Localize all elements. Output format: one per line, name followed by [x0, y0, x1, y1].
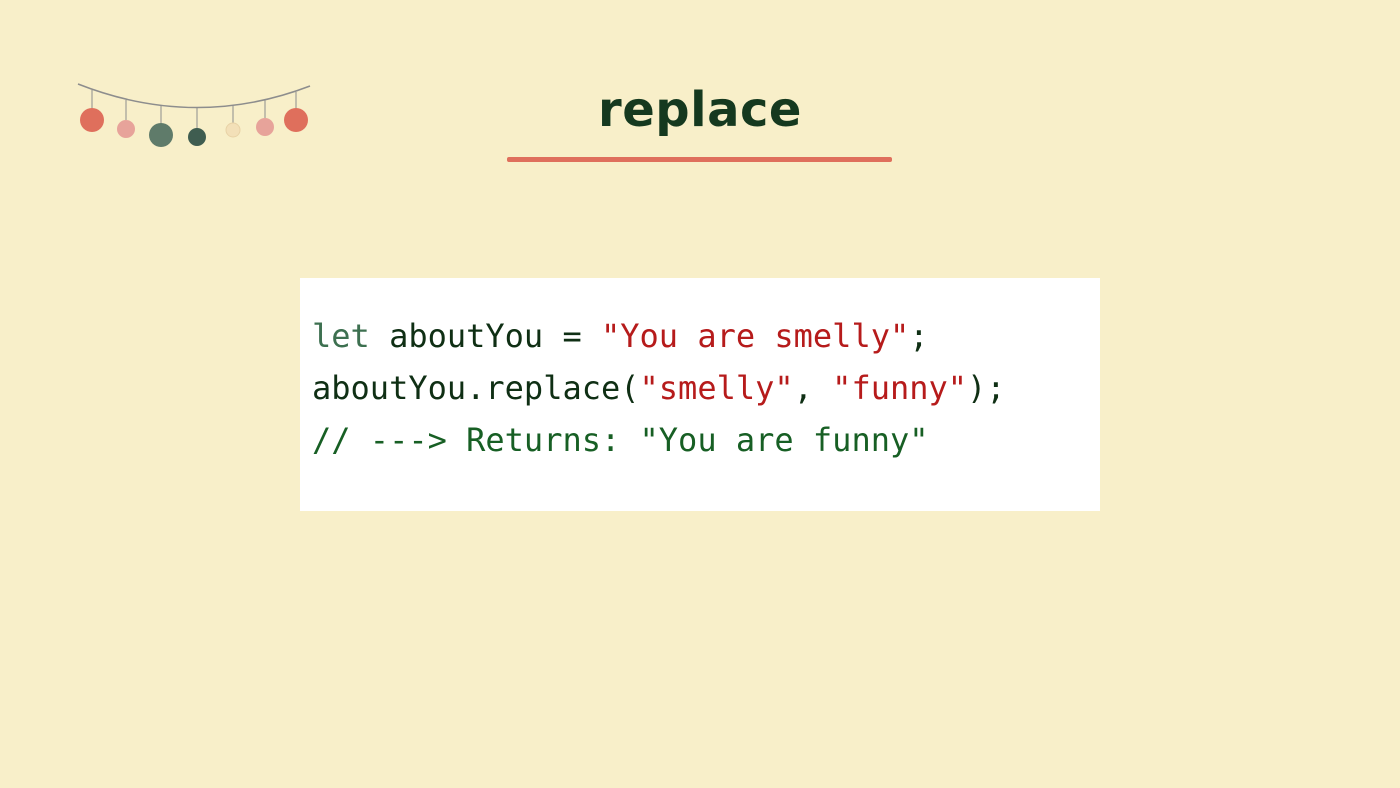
code-line-1: let aboutYou = "You are smelly";: [312, 310, 1100, 362]
code-line-3: // ---> Returns: "You are funny": [312, 414, 1100, 466]
code-text: aboutYou.replace(: [312, 369, 640, 407]
code-text: ,: [793, 369, 833, 407]
code-string: "You are smelly": [600, 317, 910, 355]
code-block: let aboutYou = "You are smelly"; aboutYo…: [300, 278, 1100, 511]
code-comment: // ---> Returns: "You are funny": [312, 421, 929, 459]
title-underline: [507, 157, 892, 162]
code-string: "funny": [832, 369, 968, 407]
code-text: );: [967, 369, 1006, 407]
code-text: aboutYou =: [369, 317, 601, 355]
code-text: ;: [909, 317, 929, 355]
page-title: replace: [598, 82, 802, 138]
code-line-2: aboutYou.replace("smelly", "funny");: [312, 362, 1100, 414]
code-string: "smelly": [639, 369, 794, 407]
code-keyword: let: [312, 317, 370, 355]
